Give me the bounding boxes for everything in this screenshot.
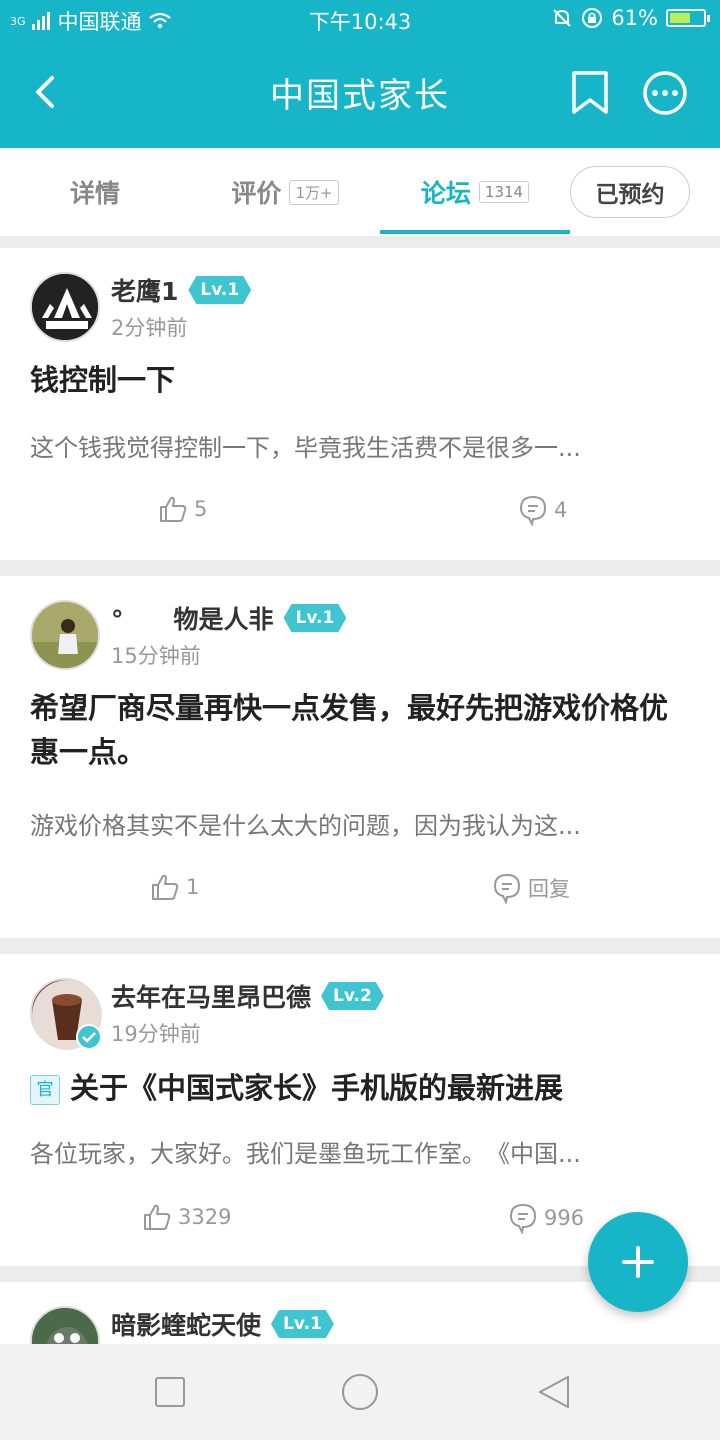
- level-badge: Lv.1: [271, 1310, 334, 1338]
- active-tab-indicator: [380, 230, 570, 234]
- app-header: 中国式家长: [0, 38, 720, 148]
- post-excerpt[interactable]: 游戏价格其实不是什么太大的问题，因为我认为这...: [30, 806, 680, 841]
- like-count: 1: [186, 875, 200, 899]
- tab-label: 论坛: [420, 179, 471, 208]
- page-title: 中国式家长: [270, 76, 450, 116]
- like-button[interactable]: 3329: [142, 1202, 231, 1232]
- post-title: 关于《中国式家长》手机版的最新进展: [70, 1071, 564, 1105]
- reply-label: 回复: [528, 877, 570, 901]
- thumbs-up-icon: [160, 496, 187, 522]
- post-excerpt[interactable]: 这个钱我觉得控制一下，毕竟我生活费不是很多一...: [30, 428, 680, 463]
- post-card[interactable]: ° 物是人非 Lv.1 15分钟前 希望厂商尽量再快一点发售，最好先把游戏价格优…: [0, 576, 720, 938]
- post-time: 19分钟前: [111, 1022, 201, 1046]
- post-card[interactable]: 老鹰1 Lv.1 2分钟前 钱控制一下 这个钱我觉得控制一下，毕竟我生活费不是很…: [0, 248, 720, 560]
- back-triangle-icon[interactable]: [536, 1374, 572, 1410]
- battery-percent: 61%: [611, 6, 658, 30]
- adidas-logo-icon: [32, 274, 98, 340]
- tab-forum[interactable]: 论坛 1314: [380, 148, 570, 236]
- verified-badge-icon: [76, 1024, 102, 1050]
- like-count: 3329: [178, 1205, 232, 1229]
- avatar[interactable]: [30, 1306, 100, 1344]
- level-badge: Lv.1: [188, 276, 251, 304]
- plus-icon: [622, 1246, 654, 1278]
- username: 去年在马里昂巴德: [111, 983, 312, 1012]
- reserved-button[interactable]: 已预约: [570, 166, 690, 218]
- tab-bar: 详情 评价 1万+ 论坛 1314 已预约: [0, 148, 720, 236]
- tab-label: 评价: [231, 179, 282, 208]
- recents-square-icon[interactable]: [154, 1376, 186, 1408]
- status-bar: 3G 中国联通 下午10:43 61%: [0, 0, 720, 38]
- comment-button[interactable]: 4: [518, 494, 567, 526]
- thumbs-up-icon: [152, 874, 179, 900]
- more-circle-icon[interactable]: [642, 70, 688, 116]
- rotation-lock-icon: [582, 8, 603, 28]
- home-circle-icon[interactable]: [340, 1372, 380, 1412]
- avatar[interactable]: [30, 600, 100, 670]
- tab-label: 详情: [69, 179, 120, 208]
- comment-button[interactable]: 996: [508, 1202, 584, 1234]
- system-nav-bar: [0, 1344, 720, 1440]
- battery-icon: [666, 9, 710, 27]
- post-time: 2分钟前: [111, 316, 188, 340]
- bookmark-icon[interactable]: [570, 70, 610, 116]
- tab-count-badge: 1万+: [289, 179, 339, 205]
- username: ° 物是人非: [111, 605, 274, 634]
- comment-bubble-icon: [493, 873, 521, 904]
- user-photo-icon: [32, 602, 98, 668]
- reply-button[interactable]: 回复: [492, 872, 570, 904]
- like-count: 5: [194, 497, 208, 521]
- avatar[interactable]: [30, 272, 100, 342]
- level-badge: Lv.2: [321, 982, 384, 1010]
- tab-count-badge: 1314: [478, 181, 530, 203]
- post-author[interactable]: 暗影蝰蛇天使 Lv.1: [111, 1306, 334, 1342]
- comment-bubble-icon: [509, 1203, 537, 1234]
- post-excerpt[interactable]: 各位玩家，大家好。我们是墨鱼玩工作室。 《中国...: [30, 1134, 680, 1169]
- post-author[interactable]: 老鹰1 Lv.1: [111, 272, 251, 308]
- tab-reviews[interactable]: 评价 1万+: [190, 148, 380, 236]
- post-time: 15分钟前: [111, 644, 201, 668]
- user-photo-icon: [32, 1308, 98, 1344]
- tab-details[interactable]: 详情: [0, 148, 190, 236]
- like-button[interactable]: 5: [158, 494, 207, 524]
- new-post-button[interactable]: [588, 1212, 688, 1312]
- username: 暗影蝰蛇天使: [111, 1311, 262, 1340]
- post-title[interactable]: 钱控制一下: [30, 358, 680, 402]
- post-author[interactable]: ° 物是人非 Lv.1: [111, 600, 346, 636]
- official-tag: 官: [30, 1075, 60, 1105]
- avatar[interactable]: [30, 978, 102, 1050]
- like-button[interactable]: 1: [150, 872, 199, 902]
- thumbs-up-icon: [144, 1204, 171, 1230]
- comment-count: 4: [554, 498, 568, 522]
- comment-count: 996: [544, 1206, 585, 1230]
- post-author[interactable]: 去年在马里昂巴德 Lv.2: [111, 978, 384, 1014]
- username: 老鹰1: [111, 277, 179, 306]
- level-badge: Lv.1: [284, 604, 347, 632]
- comment-bubble-icon: [519, 495, 547, 526]
- post-title-row[interactable]: 官关于《中国式家长》手机版的最新进展: [30, 1066, 680, 1110]
- bell-muted-icon: [553, 9, 572, 27]
- post-title[interactable]: 希望厂商尽量再快一点发售，最好先把游戏价格优惠一点。: [30, 686, 680, 774]
